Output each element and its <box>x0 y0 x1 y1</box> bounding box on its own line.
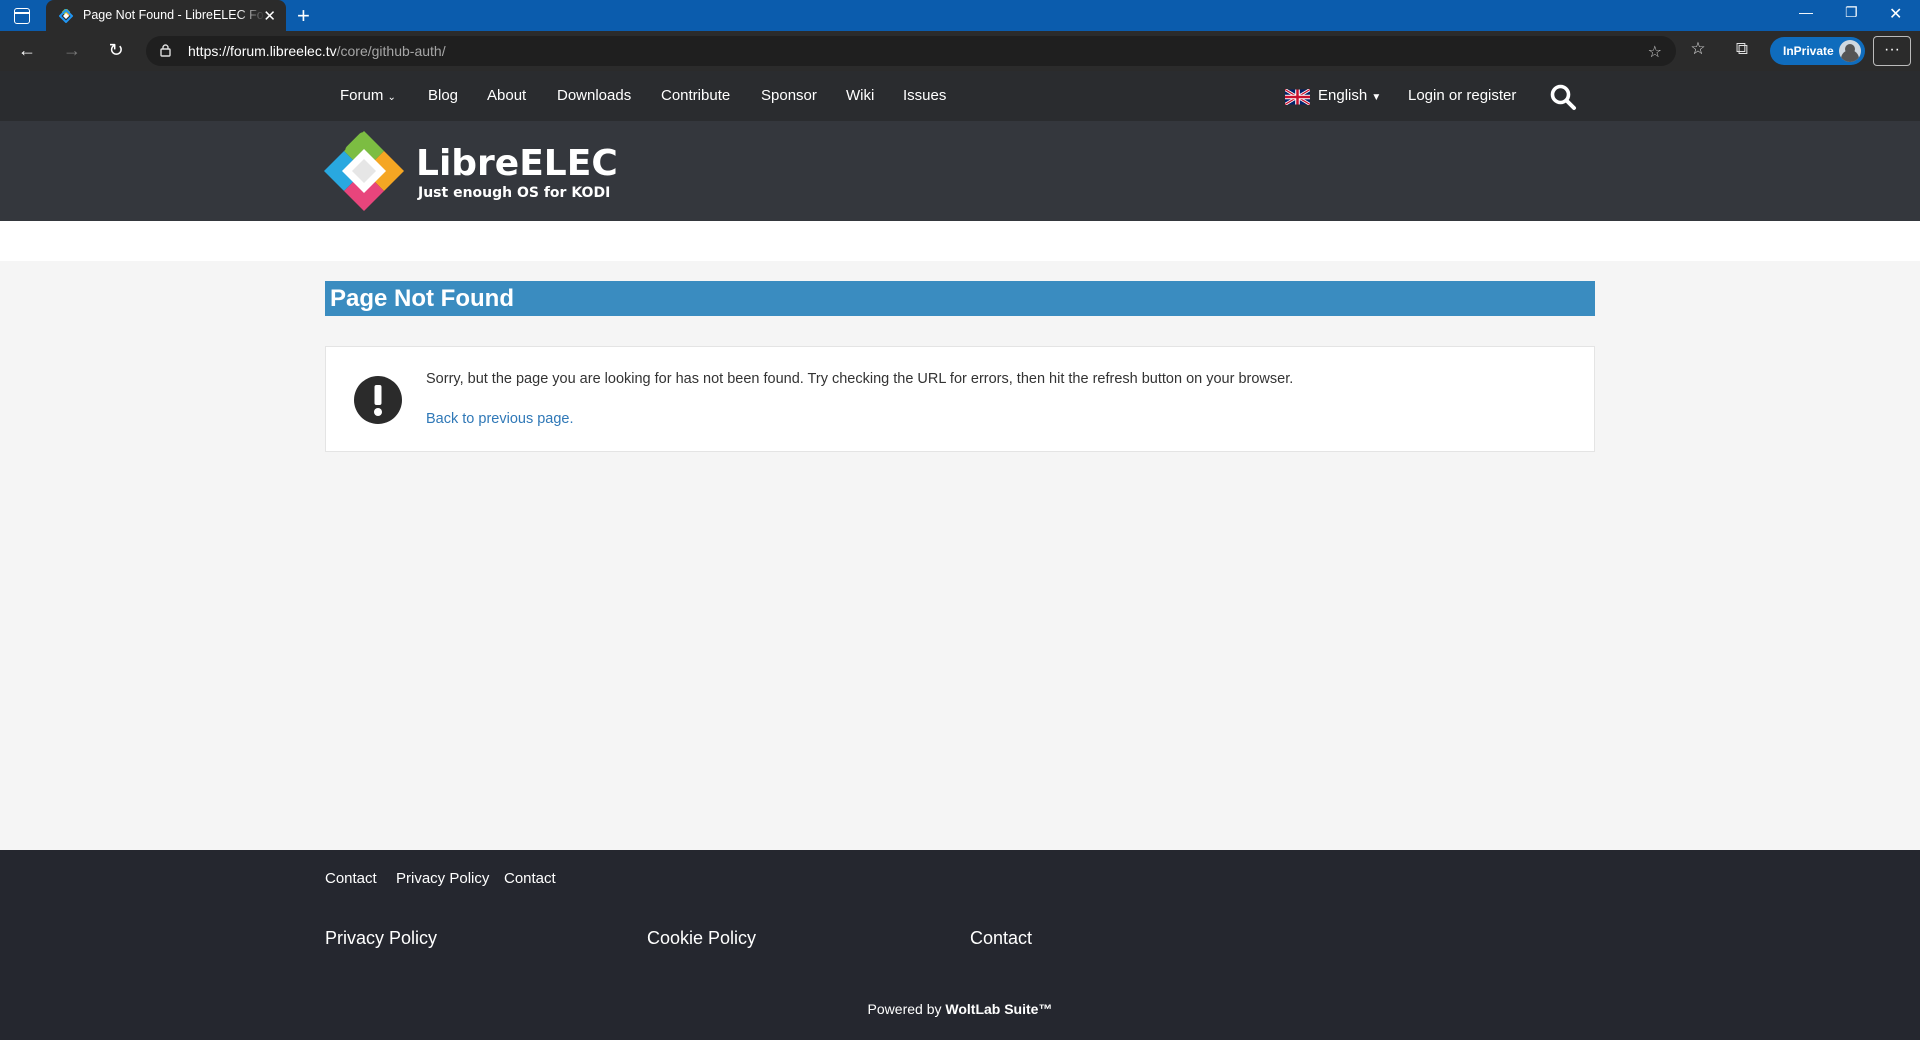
back-link[interactable]: Back to previous page. <box>426 411 574 427</box>
add-favorite-icon[interactable]: ☆ <box>1648 42 1662 62</box>
uk-flag-icon <box>1285 89 1310 105</box>
error-message: Sorry, but the page you are looking for … <box>426 371 1294 387</box>
footer-link-privacy[interactable]: Privacy Policy <box>396 870 489 887</box>
close-tab-icon[interactable]: ✕ <box>263 7 276 25</box>
footer-cookie-policy[interactable]: Cookie Policy <box>647 928 756 949</box>
nav-forum[interactable]: Forum ⌄ <box>340 87 396 104</box>
libreelec-logo[interactable]: LibreELEC Just enough OS for KODI <box>324 129 624 213</box>
nav-issues[interactable]: Issues <box>903 87 946 104</box>
inprivate-button[interactable]: InPrivate <box>1770 37 1865 65</box>
browser-toolbar: ← → ↻ https://forum.libreelec.tv/core/gi… <box>0 31 1920 71</box>
woltlab-link[interactable]: WoltLab Suite™ <box>945 1001 1052 1017</box>
chevron-down-icon: ⌄ <box>387 92 396 103</box>
nav-downloads[interactable]: Downloads <box>557 87 631 104</box>
address-bar[interactable]: https://forum.libreelec.tv/core/github-a… <box>146 36 1676 66</box>
nav-sponsor[interactable]: Sponsor <box>761 87 817 104</box>
logo-tagline: Just enough OS for KODI <box>417 185 610 201</box>
browser-title-bar: Page Not Found - LibreELEC Forum ✕ + — ❐… <box>0 0 1920 31</box>
logo-name: LibreELEC <box>416 143 618 184</box>
powered-by: Powered by WoltLab Suite™ <box>867 1001 1053 1017</box>
nav-blog[interactable]: Blog <box>428 87 458 104</box>
favorites-icon[interactable]: ☆ <box>1687 39 1709 59</box>
back-icon[interactable]: ← <box>16 40 38 61</box>
nav-wiki[interactable]: Wiki <box>846 87 874 104</box>
site-footer: Contact Privacy Policy Contact Privacy P… <box>0 850 1920 1040</box>
collections-icon[interactable]: ⧉ <box>1731 39 1753 59</box>
lock-icon[interactable] <box>160 44 171 57</box>
footer-privacy-policy[interactable]: Privacy Policy <box>325 928 437 949</box>
footer-link-contact-2[interactable]: Contact <box>504 870 556 887</box>
close-window-icon[interactable]: ✕ <box>1889 4 1902 24</box>
restore-icon[interactable]: ❐ <box>1845 4 1858 21</box>
settings-more-button[interactable]: ··· <box>1873 36 1911 66</box>
footer-link-contact[interactable]: Contact <box>325 870 377 887</box>
login-register-link[interactable]: Login or register <box>1408 87 1516 104</box>
nav-about[interactable]: About <box>487 87 526 104</box>
libreelec-favicon-icon <box>59 9 73 23</box>
url-text[interactable]: https://forum.libreelec.tv/core/github-a… <box>188 43 446 59</box>
footer-contact[interactable]: Contact <box>970 928 1032 949</box>
error-notice: Sorry, but the page you are looking for … <box>325 346 1595 452</box>
page-title: Page Not Found <box>325 281 1595 316</box>
tab-title: Page Not Found - LibreELEC Forum <box>83 8 265 22</box>
browser-tab[interactable]: Page Not Found - LibreELEC Forum ✕ <box>46 0 286 31</box>
site-navigation: Forum ⌄ Blog About Downloads Contribute … <box>0 71 1920 121</box>
caret-down-icon: ▼ <box>1371 92 1382 103</box>
site-header: LibreELEC Just enough OS for KODI <box>0 121 1920 221</box>
forward-icon[interactable]: → <box>61 40 83 61</box>
exclamation-icon <box>354 376 402 424</box>
profile-avatar <box>1839 40 1861 62</box>
new-tab-icon[interactable]: + <box>297 3 310 29</box>
nav-contribute[interactable]: Contribute <box>661 87 730 104</box>
header-spacer <box>0 221 1920 261</box>
refresh-icon[interactable]: ↻ <box>105 40 127 61</box>
language-selector[interactable]: English ▼ <box>1318 87 1381 104</box>
search-icon[interactable] <box>1549 83 1577 111</box>
minimize-icon[interactable]: — <box>1799 4 1813 20</box>
inprivate-label: InPrivate <box>1783 44 1834 58</box>
tab-actions-icon[interactable] <box>14 8 30 24</box>
